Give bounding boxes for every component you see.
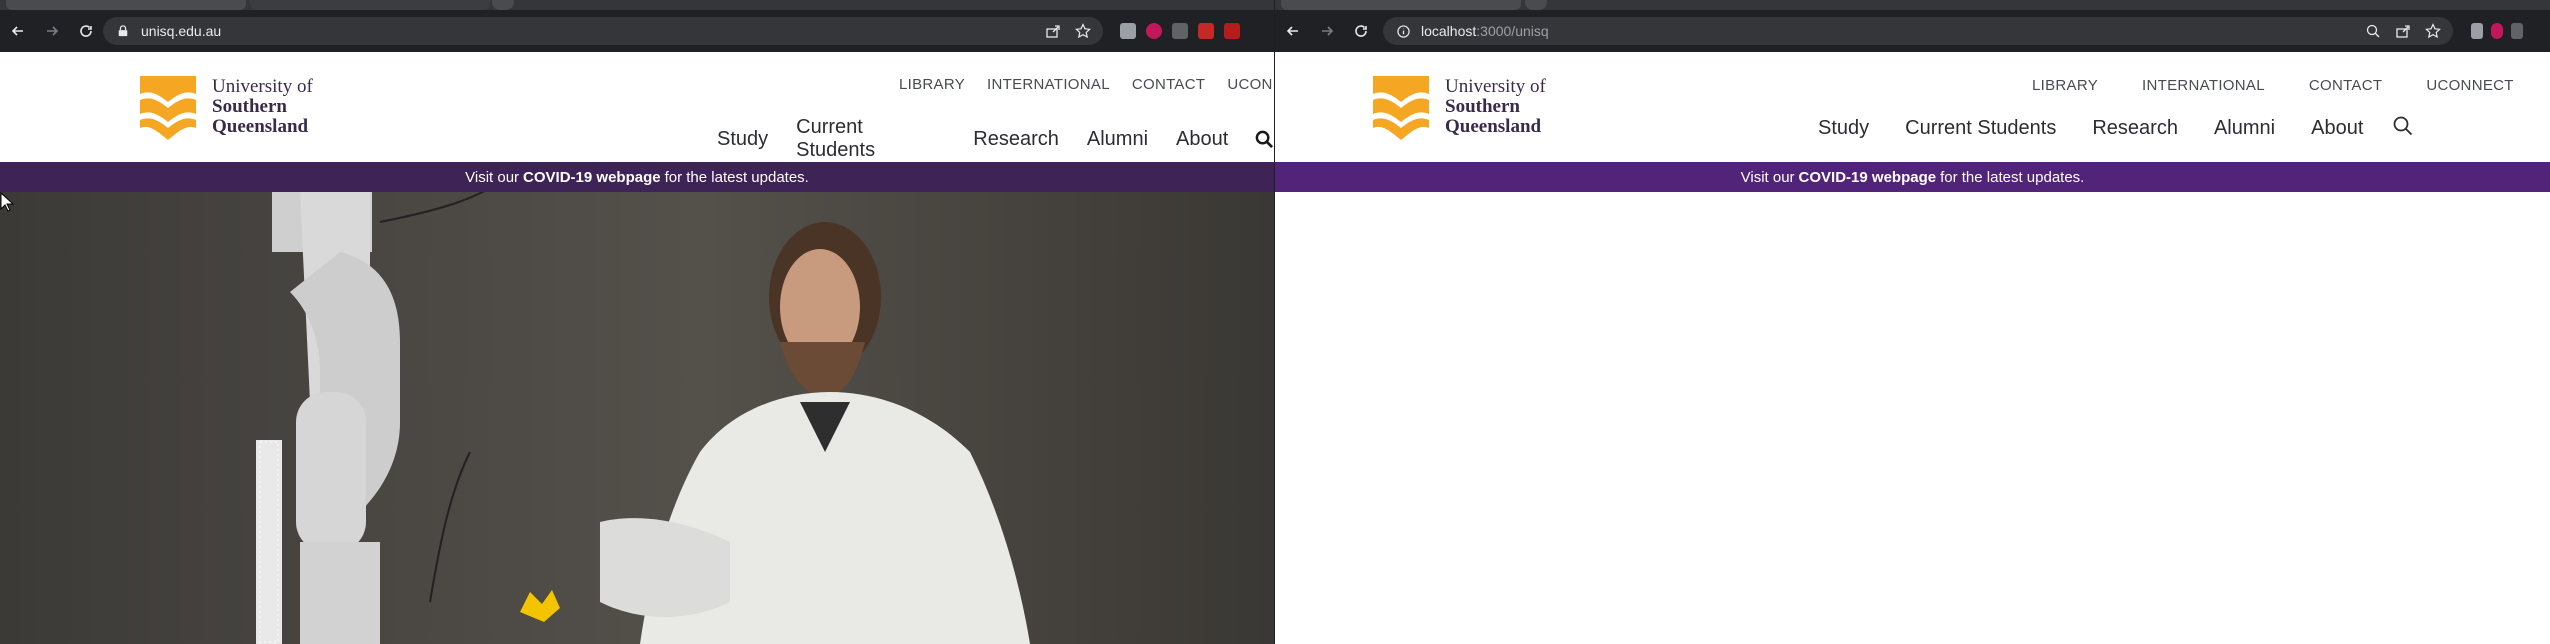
nav-current-students[interactable]: Current Students <box>796 116 945 162</box>
url-text: unisq.edu.au <box>141 23 222 39</box>
nav-alumni[interactable]: Alumni <box>1087 128 1148 151</box>
extensions-bar <box>1120 23 1240 39</box>
browser-toolbar: unisq.edu.au <box>0 10 1274 52</box>
extensions-bar <box>2471 23 2523 39</box>
back-icon[interactable] <box>1285 23 1301 39</box>
nav-study[interactable]: Study <box>1818 117 1869 140</box>
nav-research[interactable]: Research <box>2092 117 2178 140</box>
hero-photo-illustration <box>256 192 1030 644</box>
util-link-international[interactable]: INTERNATIONAL <box>987 76 1110 93</box>
bookmark-star-icon[interactable] <box>2425 23 2441 44</box>
util-link-contact[interactable]: CONTACT <box>1132 76 1205 93</box>
search-icon[interactable] <box>1254 129 1274 149</box>
search-icon[interactable] <box>2393 116 2413 136</box>
covid-webpage-link[interactable]: COVID-19 webpage <box>523 169 661 186</box>
browser-window-right: localhost:3000/unisq University of South… <box>1275 0 2550 644</box>
covid-webpage-link[interactable]: COVID-19 webpage <box>1799 169 1937 186</box>
logo-shield-icon <box>140 76 196 140</box>
logo-text-line1: University of <box>212 76 313 98</box>
nav-research[interactable]: Research <box>973 128 1059 151</box>
extension-icon[interactable] <box>2491 23 2503 39</box>
browser-window-left: unisq.edu.au University of Southern Quee… <box>0 0 1274 644</box>
site-header: University of Southern Queensland LIBRAR… <box>0 52 1274 162</box>
nav-study[interactable]: Study <box>717 128 768 151</box>
logo-text-line2: Southern <box>1445 96 1520 118</box>
logo-text-line3: Queensland <box>212 115 309 137</box>
address-bar[interactable]: localhost:3000/unisq <box>1383 17 2453 45</box>
bookmark-star-icon[interactable] <box>1075 23 1091 44</box>
utility-nav: LIBRARY INTERNATIONAL CONTACT UCONNECT <box>899 76 1274 93</box>
util-link-library[interactable]: LIBRARY <box>899 76 965 93</box>
extension-icon[interactable] <box>1198 23 1214 39</box>
logo-text-line3: Queensland <box>1445 115 1542 137</box>
nav-current-students[interactable]: Current Students <box>1905 117 2056 140</box>
nav-about[interactable]: About <box>1176 128 1228 151</box>
reload-icon[interactable] <box>1353 23 1369 39</box>
extension-icon[interactable] <box>1146 23 1162 39</box>
url-path: :3000/unisq <box>1476 23 1549 39</box>
site-header: University of Southern Queensland LIBRAR… <box>1275 52 2550 162</box>
new-tab-button[interactable] <box>492 0 514 10</box>
logo-shield-icon <box>1373 76 1429 140</box>
util-link-international[interactable]: INTERNATIONAL <box>2142 77 2265 94</box>
back-icon[interactable] <box>10 23 26 39</box>
browser-toolbar: localhost:3000/unisq <box>1275 10 2550 52</box>
reload-icon[interactable] <box>78 23 94 39</box>
browser-tab-active[interactable] <box>6 0 246 10</box>
banner-prefix: Visit our <box>465 168 520 186</box>
nav-alumni[interactable]: Alumni <box>2214 117 2275 140</box>
mouse-cursor-icon <box>0 192 14 212</box>
banner-suffix: for the latest updates. <box>1940 168 2085 186</box>
banner-prefix: Visit our <box>1740 168 1795 186</box>
util-link-contact[interactable]: CONTACT <box>2309 77 2382 94</box>
banner-suffix: for the latest updates. <box>664 168 809 186</box>
util-link-uconnect[interactable]: UCONNECT <box>1227 76 1274 93</box>
forward-icon[interactable] <box>1319 23 1335 39</box>
url-host: localhost <box>1421 23 1477 39</box>
empty-content-area <box>1275 192 2550 644</box>
browser-tab-active[interactable] <box>1281 0 1521 10</box>
logo-text-line1: University of <box>1445 76 1546 98</box>
extension-icon[interactable] <box>2471 23 2483 39</box>
info-icon[interactable] <box>1397 24 1411 38</box>
url-text: localhost:3000/unisq <box>1421 23 1549 39</box>
browser-tab[interactable] <box>250 0 490 10</box>
share-icon[interactable] <box>2395 23 2411 44</box>
main-nav: Study Current Students Research Alumni A… <box>1818 116 2413 140</box>
unisq-logo[interactable]: University of Southern Queensland <box>138 74 313 140</box>
logo-text-line2: Southern <box>212 96 287 118</box>
lock-icon[interactable] <box>117 24 131 38</box>
main-nav: Study Current Students Research Alumni A… <box>717 116 1274 162</box>
utility-nav: LIBRARY INTERNATIONAL CONTACT UCONNECT <box>2032 77 2514 94</box>
new-tab-button[interactable] <box>1525 0 1547 10</box>
covid-banner: Visit our COVID-19 webpage for the lates… <box>1275 162 2550 192</box>
util-link-uconnect[interactable]: UCONNECT <box>2426 77 2513 94</box>
extension-icon[interactable] <box>1172 23 1188 39</box>
forward-icon[interactable] <box>44 23 60 39</box>
covid-banner: Visit our COVID-19 webpage for the lates… <box>0 162 1274 192</box>
unisq-logo[interactable]: University of Southern Queensland <box>1371 74 1546 140</box>
hero-image <box>0 192 1274 644</box>
share-icon[interactable] <box>1045 23 1061 44</box>
address-bar[interactable]: unisq.edu.au <box>103 17 1103 45</box>
nav-about[interactable]: About <box>2311 117 2363 140</box>
extension-icon[interactable] <box>2511 23 2523 39</box>
tab-strip <box>0 0 1274 10</box>
zoom-icon[interactable] <box>2365 23 2381 44</box>
util-link-library[interactable]: LIBRARY <box>2032 77 2098 94</box>
tab-strip <box>1275 0 2550 10</box>
extension-icon[interactable] <box>1224 23 1240 39</box>
extension-icon[interactable] <box>1120 23 1136 39</box>
